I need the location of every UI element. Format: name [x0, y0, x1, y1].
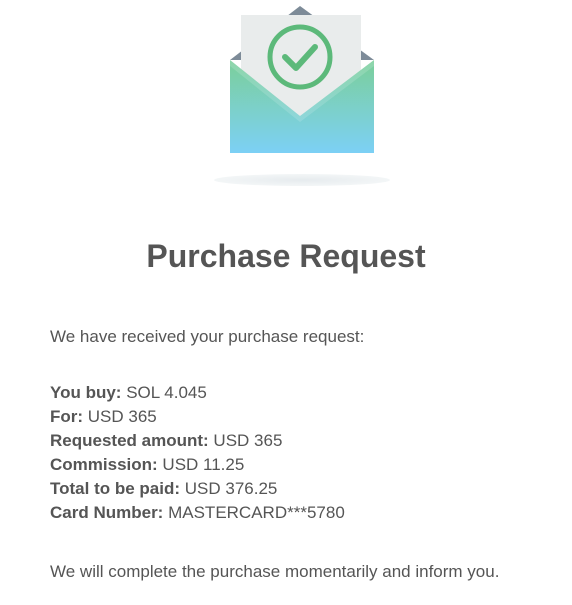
detail-label: You buy: — [50, 383, 122, 402]
detail-row-card-number: Card Number: MASTERCARD***5780 — [50, 501, 345, 525]
detail-label: Total to be paid: — [50, 479, 181, 498]
detail-value: USD 365 — [213, 431, 283, 450]
detail-value: USD 365 — [87, 407, 157, 426]
outro-text: We will complete the purchase momentaril… — [50, 562, 500, 581]
purchase-details: You buy: SOL 4.045 For: USD 365 Requeste… — [50, 381, 345, 525]
page-title: Purchase Request — [146, 238, 426, 274]
detail-value: USD 11.25 — [162, 455, 245, 474]
detail-value: SOL 4.045 — [126, 383, 207, 402]
detail-value: USD 376.25 — [184, 479, 278, 498]
detail-label: Commission: — [50, 455, 158, 474]
detail-label: For: — [50, 407, 84, 426]
detail-row-total: Total to be paid: USD 376.25 — [50, 477, 345, 501]
detail-row-commission: Commission: USD 11.25 — [50, 453, 345, 477]
detail-label: Card Number: — [50, 503, 164, 522]
intro-text: We have received your purchase request: — [50, 327, 365, 346]
envelope-check-icon — [210, 0, 394, 192]
detail-value: MASTERCARD***5780 — [168, 503, 345, 522]
detail-label: Requested amount: — [50, 431, 209, 450]
detail-row-for: For: USD 365 — [50, 405, 345, 429]
detail-row-you-buy: You buy: SOL 4.045 — [50, 381, 345, 405]
detail-row-requested-amount: Requested amount: USD 365 — [50, 429, 345, 453]
